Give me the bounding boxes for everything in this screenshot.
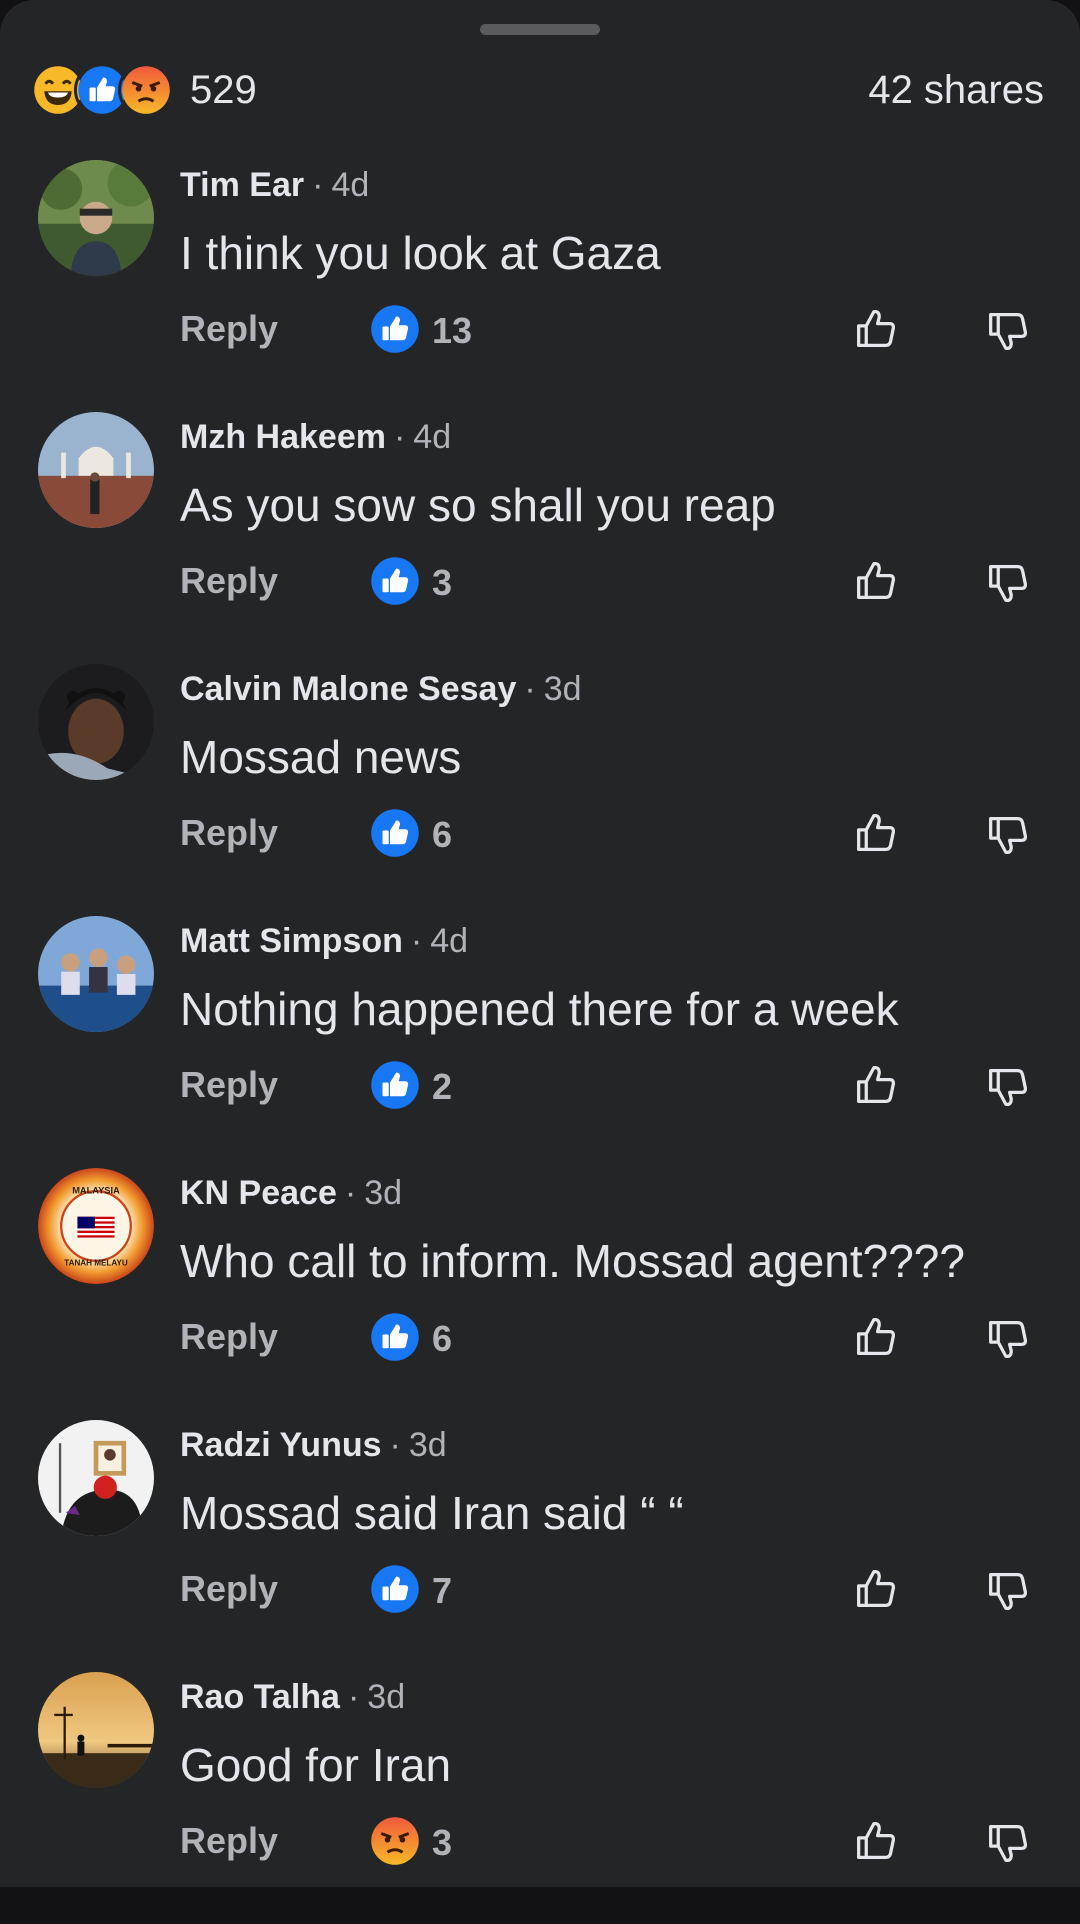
reply-button[interactable]: Reply bbox=[180, 1820, 278, 1862]
comment: Mzh Hakeem · 4d As you sow so shall you … bbox=[0, 412, 1080, 664]
avatar[interactable]: MALAYSIA TANAH MELAYU bbox=[38, 1168, 154, 1284]
reply-button[interactable]: Reply bbox=[180, 812, 278, 854]
downvote-icon[interactable] bbox=[982, 1818, 1034, 1870]
avatar[interactable] bbox=[38, 664, 154, 780]
shares-count[interactable]: 42 shares bbox=[868, 68, 1044, 113]
downvote-icon[interactable] bbox=[982, 558, 1034, 610]
separator-dot: · bbox=[389, 1426, 401, 1464]
upvote-icon[interactable] bbox=[850, 1814, 902, 1866]
separator-dot: · bbox=[347, 1678, 360, 1716]
reaction-count[interactable]: 6 bbox=[432, 1318, 452, 1360]
reaction-count[interactable]: 6 bbox=[432, 814, 452, 856]
comment-text: Mossad news bbox=[180, 731, 462, 783]
comment: MALAYSIA TANAH MELAYU KN Peace · 3d Who c… bbox=[0, 1168, 1080, 1420]
separator-dot: · bbox=[524, 670, 536, 708]
upvote-icon[interactable] bbox=[850, 554, 902, 606]
comment-meta: Radzi Yunus · 3d bbox=[180, 1426, 447, 1466]
comment-text: Who call to inform. Mossad agent???? bbox=[180, 1235, 965, 1287]
comment-meta: Tim Ear · 4d bbox=[180, 166, 369, 206]
reply-button[interactable]: Reply bbox=[180, 1316, 278, 1358]
comment-meta: Mzh Hakeem · 4d bbox=[180, 418, 451, 458]
avatar[interactable] bbox=[38, 160, 154, 276]
comment-age[interactable]: 4d bbox=[430, 922, 468, 961]
reactions-summary-left[interactable]: 529 bbox=[30, 62, 257, 118]
reaction-count: 529 bbox=[190, 67, 257, 112]
comment-author[interactable]: Matt Simpson bbox=[180, 922, 403, 961]
angry-emoji-icon bbox=[118, 62, 174, 118]
like-icon[interactable] bbox=[370, 1564, 420, 1614]
comment-text: I think you look at Gaza bbox=[180, 227, 661, 279]
upvote-icon[interactable] bbox=[850, 1562, 902, 1614]
svg-text:MALAYSIA: MALAYSIA bbox=[72, 1186, 120, 1196]
comment-meta: Calvin Malone Sesay · 3d bbox=[180, 670, 582, 710]
separator-dot: · bbox=[312, 166, 324, 204]
comment-text: As you sow so shall you reap bbox=[180, 479, 776, 531]
like-icon[interactable] bbox=[370, 304, 420, 354]
comment-author[interactable]: Calvin Malone Sesay bbox=[180, 670, 516, 709]
comment-age[interactable]: 3d bbox=[409, 1426, 447, 1465]
comment: Matt Simpson · 4d Nothing happened there… bbox=[0, 916, 1080, 1168]
downvote-icon[interactable] bbox=[982, 1566, 1034, 1618]
comment: Calvin Malone Sesay · 3d Mossad news Rep… bbox=[0, 664, 1080, 916]
comment: Radzi Yunus · 3d Mossad said Iran said “… bbox=[0, 1420, 1080, 1672]
angry-emoji-icon[interactable] bbox=[370, 1816, 420, 1866]
reply-button[interactable]: Reply bbox=[180, 308, 278, 350]
reply-button[interactable]: Reply bbox=[180, 1568, 278, 1610]
downvote-icon[interactable] bbox=[982, 306, 1034, 358]
comment-text: Mossad said Iran said “ “ bbox=[180, 1487, 684, 1539]
comment: Tim Ear · 4d I think you look at Gaza Re… bbox=[0, 160, 1080, 412]
comment-age[interactable]: 4d bbox=[413, 418, 451, 457]
upvote-icon[interactable] bbox=[850, 1310, 902, 1362]
comment-age[interactable]: 3d bbox=[544, 670, 582, 709]
downvote-icon[interactable] bbox=[982, 810, 1034, 862]
drag-handle[interactable] bbox=[480, 24, 600, 35]
comment-author[interactable]: Mzh Hakeem bbox=[180, 418, 386, 457]
reaction-count[interactable]: 13 bbox=[432, 310, 472, 352]
like-icon[interactable] bbox=[370, 556, 420, 606]
reaction-count[interactable]: 2 bbox=[432, 1066, 452, 1108]
avatar[interactable] bbox=[38, 412, 154, 528]
reactions-summary: 529 42 shares bbox=[30, 60, 1044, 120]
upvote-icon[interactable] bbox=[850, 302, 902, 354]
comment-meta: KN Peace · 3d bbox=[180, 1174, 402, 1214]
comment-meta: Matt Simpson · 4d bbox=[180, 922, 468, 962]
comment-author[interactable]: Radzi Yunus bbox=[180, 1426, 382, 1465]
reply-button[interactable]: Reply bbox=[180, 1064, 278, 1106]
comment-author[interactable]: KN Peace bbox=[180, 1174, 337, 1213]
comment-age[interactable]: 3d bbox=[364, 1174, 402, 1213]
reaction-count[interactable]: 3 bbox=[432, 1822, 452, 1864]
comments-sheet: 529 42 shares Tim Ear · 4d I think you l… bbox=[0, 0, 1080, 1887]
downvote-icon[interactable] bbox=[982, 1314, 1034, 1366]
avatar[interactable] bbox=[38, 1420, 154, 1536]
reaction-count[interactable]: 7 bbox=[432, 1570, 452, 1612]
comment-meta: Rao Talha · 3d bbox=[180, 1678, 405, 1718]
separator-dot: · bbox=[410, 922, 423, 960]
comment-text: Good for Iran bbox=[180, 1739, 452, 1791]
separator-dot: · bbox=[393, 418, 406, 456]
upvote-icon[interactable] bbox=[850, 1058, 902, 1110]
like-icon[interactable] bbox=[370, 1312, 420, 1362]
like-icon[interactable] bbox=[370, 808, 420, 858]
comment-age[interactable]: 4d bbox=[331, 166, 369, 205]
downvote-icon[interactable] bbox=[982, 1062, 1034, 1114]
avatar[interactable] bbox=[38, 1672, 154, 1788]
comment-age[interactable]: 3d bbox=[367, 1678, 405, 1717]
comment: Rao Talha · 3d Good for Iran Reply 3 bbox=[0, 1672, 1080, 1924]
comment-author[interactable]: Tim Ear bbox=[180, 166, 304, 205]
comment-text: Nothing happened there for a week bbox=[180, 983, 899, 1035]
reaction-count[interactable]: 3 bbox=[432, 562, 452, 604]
reply-button[interactable]: Reply bbox=[180, 560, 278, 602]
like-icon[interactable] bbox=[370, 1060, 420, 1110]
comment-author[interactable]: Rao Talha bbox=[180, 1678, 340, 1717]
svg-text:TANAH MELAYU: TANAH MELAYU bbox=[64, 1258, 128, 1267]
separator-dot: · bbox=[344, 1174, 357, 1212]
avatar[interactable] bbox=[38, 916, 154, 1032]
upvote-icon[interactable] bbox=[850, 806, 902, 858]
